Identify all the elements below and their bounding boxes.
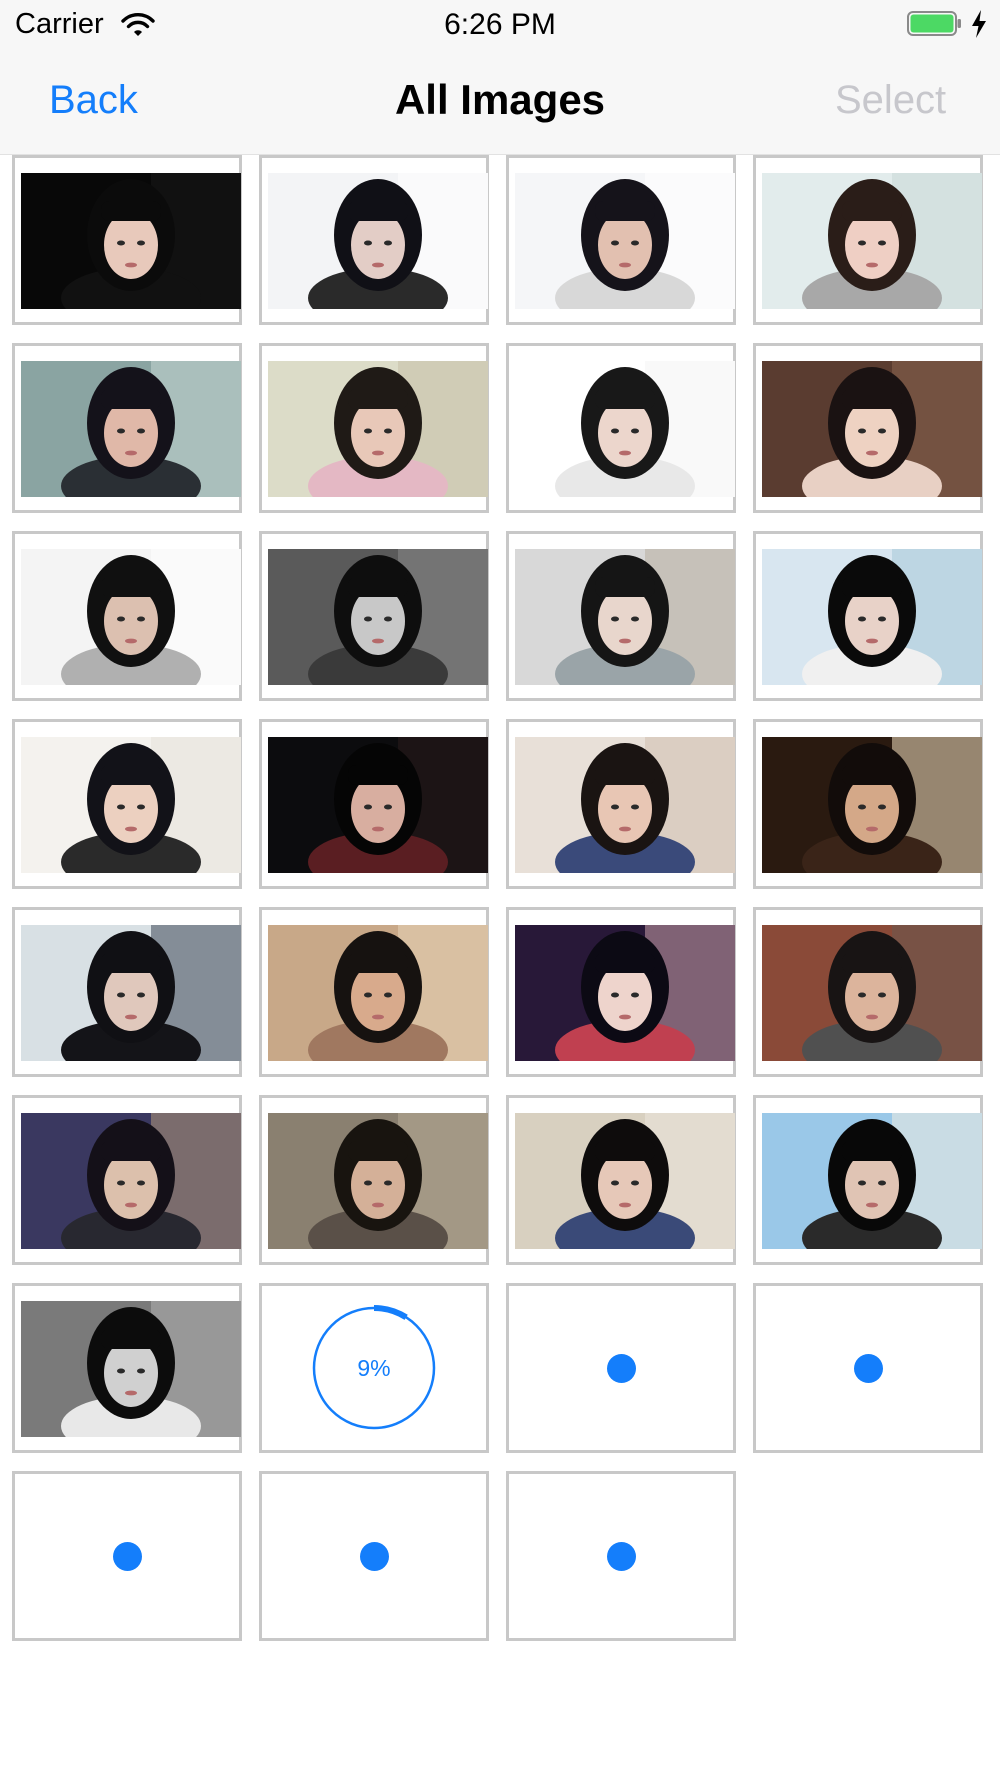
photo-thumbnail [515, 925, 735, 1061]
photo-thumbnail [21, 1113, 241, 1249]
image-thumbnail-cell[interactable] [12, 1095, 242, 1265]
photo-thumbnail [515, 173, 735, 309]
image-pending-cell[interactable] [506, 1471, 736, 1641]
image-thumbnail-cell[interactable] [259, 343, 489, 513]
back-button[interactable]: Back [49, 78, 138, 123]
clock-time: 6:26 PM [444, 8, 556, 41]
photo-thumbnail [762, 1113, 982, 1249]
photo-thumbnail [268, 737, 488, 873]
photo-thumbnail [21, 737, 241, 873]
image-thumbnail-cell[interactable] [259, 907, 489, 1077]
image-thumbnail-cell[interactable] [12, 155, 242, 325]
photo-thumbnail [515, 361, 735, 497]
pending-indicator-dot [606, 1541, 636, 1571]
pending-indicator-dot [606, 1353, 636, 1383]
navigation-bar: Back All Images Select [0, 50, 1000, 155]
image-grid: 9% [0, 155, 1000, 1778]
photo-thumbnail [268, 361, 488, 497]
image-thumbnail-cell[interactable] [12, 343, 242, 513]
photo-thumbnail [762, 925, 982, 1061]
photo-thumbnail [762, 549, 982, 685]
photo-thumbnail [21, 549, 241, 685]
photo-thumbnail [268, 549, 488, 685]
pending-indicator-dot [853, 1353, 883, 1383]
status-bar: Carrier 6:26 PM [0, 0, 1000, 50]
lightning-bolt-icon [970, 9, 988, 39]
image-thumbnail-cell[interactable] [506, 155, 736, 325]
image-thumbnail-cell[interactable] [12, 719, 242, 889]
pending-indicator-dot [359, 1541, 389, 1571]
image-thumbnail-cell[interactable] [12, 1283, 242, 1453]
pending-indicator-dot [112, 1541, 142, 1571]
image-downloading-cell[interactable]: 9% [259, 1283, 489, 1453]
photo-thumbnail [21, 925, 241, 1061]
image-thumbnail-cell[interactable] [753, 719, 983, 889]
photo-thumbnail [21, 1301, 241, 1437]
image-thumbnail-cell[interactable] [753, 531, 983, 701]
image-thumbnail-cell[interactable] [506, 719, 736, 889]
download-progress-ring: 9% [310, 1304, 438, 1432]
image-thumbnail-cell[interactable] [12, 531, 242, 701]
image-thumbnail-cell[interactable] [753, 343, 983, 513]
photo-thumbnail [268, 925, 488, 1061]
photo-thumbnail [268, 1113, 488, 1249]
photo-thumbnail [762, 361, 982, 497]
image-thumbnail-cell[interactable] [12, 907, 242, 1077]
image-thumbnail-cell[interactable] [506, 1095, 736, 1265]
photo-thumbnail [21, 361, 241, 497]
image-thumbnail-cell[interactable] [506, 343, 736, 513]
photo-thumbnail [515, 737, 735, 873]
image-pending-cell[interactable] [753, 1283, 983, 1453]
photo-thumbnail [21, 173, 241, 309]
download-progress-label: 9% [357, 1355, 391, 1381]
photo-thumbnail [515, 1113, 735, 1249]
image-thumbnail-cell[interactable] [259, 1095, 489, 1265]
photo-thumbnail [762, 737, 982, 873]
image-thumbnail-cell[interactable] [753, 907, 983, 1077]
image-thumbnail-cell[interactable] [259, 155, 489, 325]
image-pending-cell[interactable] [259, 1471, 489, 1641]
image-thumbnail-cell[interactable] [259, 531, 489, 701]
image-thumbnail-cell[interactable] [259, 719, 489, 889]
photo-thumbnail [762, 173, 982, 309]
image-pending-cell[interactable] [12, 1471, 242, 1641]
photo-thumbnail [515, 549, 735, 685]
image-thumbnail-cell[interactable] [753, 1095, 983, 1265]
image-thumbnail-cell[interactable] [506, 531, 736, 701]
photo-thumbnail [268, 173, 488, 309]
select-button[interactable]: Select [835, 78, 946, 123]
image-thumbnail-cell[interactable] [753, 155, 983, 325]
image-thumbnail-cell[interactable] [506, 907, 736, 1077]
battery-icon [907, 11, 962, 36]
image-pending-cell[interactable] [506, 1283, 736, 1453]
